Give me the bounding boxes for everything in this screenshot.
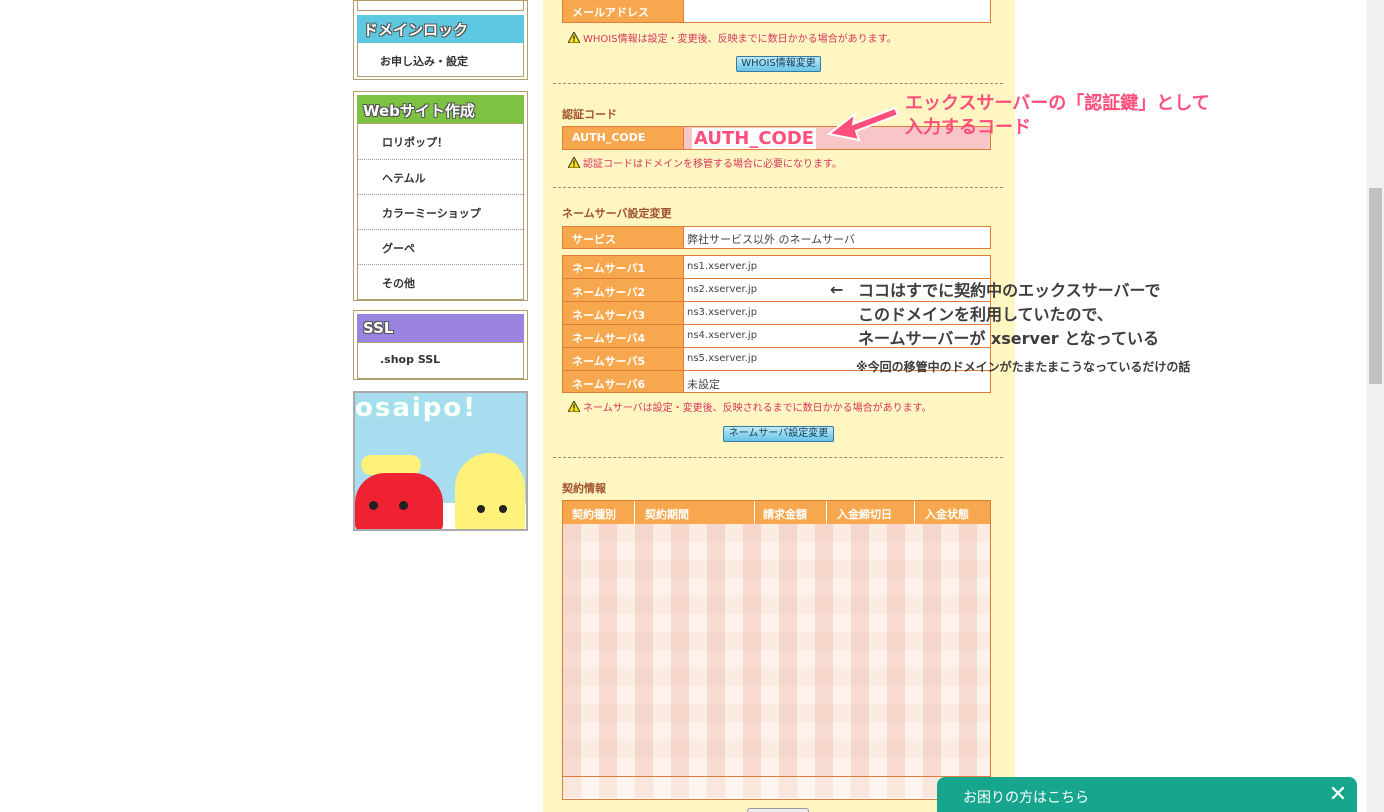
sidebar-item-application[interactable]: お申し込み・設定: [357, 43, 524, 77]
contract-col-amount: 請求金額: [755, 501, 827, 524]
ns-row: ネームサーバ1 ns1.xserver.jp: [563, 256, 990, 278]
sidebar-item-lolipop[interactable]: ロリポップ！: [358, 124, 523, 159]
warning-icon: [568, 157, 580, 168]
sidebar-header-ssl: SSL: [357, 314, 524, 342]
whois-change-button[interactable]: WHOIS情報変更: [736, 56, 821, 72]
contract-table: 契約種別 契約期間 請求金額 入金締切日 入金状態: [562, 500, 991, 800]
close-icon[interactable]: ✕: [1326, 783, 1350, 807]
auth-code-value: AUTH_CODE: [692, 128, 817, 149]
ns-service-table: サービス 弊社サービス以外 のネームサーバ: [562, 226, 991, 249]
whois-email-value: [684, 0, 990, 22]
auth-section-title: 認証コード: [562, 108, 617, 121]
contract-last-row: [563, 776, 990, 798]
whois-warning-text: WHOIS情報は設定・変更後、反映までに数日かかる場合があります。: [583, 34, 897, 45]
sidebar-header-domain-lock: ドメインロック: [357, 15, 524, 43]
auth-warning: 認証コードはドメインを移管する場合に必要になります。: [568, 155, 842, 170]
ns-label: ネームサーバ2: [563, 279, 684, 301]
ns-service-label: サービス: [563, 227, 684, 248]
contract-col-period: 契約期間: [635, 501, 755, 524]
help-banner[interactable]: お困りの方はこちら: [937, 777, 1357, 812]
sidebar-title-domain-lock: ドメインロック: [363, 21, 469, 39]
sidebar-item-partial: [357, 1, 524, 11]
sidebar-list-ssl: .shop SSL: [357, 342, 524, 379]
sidebar-list-website: ロリポップ！ ヘテムル カラーミーショップ グーペ その他: [357, 123, 524, 300]
auth-annotation-line1: エックスサーバーの「認証鍵」として: [905, 93, 1210, 114]
sidebar-item-goope[interactable]: グーペ: [358, 229, 523, 264]
sidebar-item-heteml[interactable]: ヘテムル: [358, 159, 523, 194]
ns-value[interactable]: ns1.xserver.jp: [684, 256, 990, 278]
warning-icon: [568, 32, 580, 43]
sidebar-item-other[interactable]: その他: [358, 264, 523, 299]
ns-warning-text: ネームサーバは設定・変更後、反映されるまでに数日かかる場合があります。: [583, 403, 932, 414]
ns-label: ネームサーバ4: [563, 325, 684, 347]
contract-section-title: 契約情報: [562, 482, 606, 495]
banner-eye-right-2: [499, 505, 507, 513]
banner-eye-right: [399, 501, 408, 510]
scrollbar-thumb[interactable]: [1369, 188, 1382, 384]
ns-annotation-note: ※今回の移管中のドメインがたまたまこうなっているだけの話: [856, 360, 1191, 374]
separator-3: [553, 457, 1003, 458]
contract-rows-pixelated: [563, 524, 990, 776]
sidebar-header-website: Webサイト作成: [357, 95, 524, 123]
ns-warning: ネームサーバは設定・変更後、反映されるまでに数日かかる場合があります。: [568, 399, 932, 414]
sidebar-box-domain-lock: ドメインロック お申し込み・設定: [353, 0, 528, 80]
help-banner-label: お困りの方はこちら: [963, 790, 1089, 806]
ns-annotation-line2: このドメインを利用していたので、: [858, 305, 1113, 324]
ns-label: ネームサーバ5: [563, 348, 684, 370]
whois-email-row: メールアドレス: [563, 0, 990, 22]
auth-warning-text: 認証コードはドメインを移管する場合に必要になります。: [583, 159, 842, 170]
partial-button[interactable]: [747, 808, 809, 812]
banner-cloud: [361, 455, 421, 475]
separator-2: [553, 187, 1003, 188]
pink-arrow-icon: [826, 106, 900, 142]
ns-service-row: サービス 弊社サービス以外 のネームサーバ: [563, 227, 990, 248]
sidebar-box-website: Webサイト作成 ロリポップ！ ヘテムル カラーミーショップ グーペ その他: [353, 91, 528, 301]
whois-table: メールアドレス: [562, 0, 991, 23]
ns-annotation-arrow: ←: [830, 280, 844, 299]
scrollbar-track[interactable]: [1367, 0, 1384, 812]
ns-change-button[interactable]: ネームサーバ設定変更: [723, 426, 834, 442]
auth-annotation-line2: 入力するコード: [905, 117, 1031, 138]
osaipo-banner[interactable]: osaipo!: [353, 391, 528, 531]
contract-col-deadline: 入金締切日: [827, 501, 915, 524]
separator-1: [553, 83, 1003, 84]
osaipo-logo-text: osaipo!: [355, 393, 478, 423]
ns-label: ネームサーバ6: [563, 371, 684, 392]
contract-header-row: 契約種別 契約期間 請求金額 入金締切日 入金状態: [563, 501, 990, 524]
sidebar-box-ssl: SSL .shop SSL: [353, 310, 528, 380]
ns-section-title: ネームサーバ設定変更: [562, 207, 672, 220]
ns-annotation: ココはすでに契約中のエックスサーバーで このドメインを利用していたので、 ネーム…: [858, 279, 1161, 351]
ns-annotation-line3: ネームサーバーが xserver となっている: [858, 329, 1159, 348]
sidebar-title-website: Webサイト作成: [363, 102, 475, 120]
sidebar-title-ssl: SSL: [363, 319, 394, 337]
ns-label: ネームサーバ1: [563, 256, 684, 278]
contract-col-status: 入金状態: [925, 508, 969, 521]
sidebar-item-colorme[interactable]: カラーミーショップ: [358, 194, 523, 229]
auth-label: AUTH_CODE: [563, 127, 684, 149]
ns-service-value: 弊社サービス以外 のネームサーバ: [687, 233, 856, 246]
banner-eye-left: [369, 501, 378, 510]
contract-col-type: 契約種別: [563, 501, 635, 524]
whois-warning: WHOIS情報は設定・変更後、反映までに数日かかる場合があります。: [568, 30, 897, 45]
banner-yellow-character: [455, 453, 525, 529]
whois-email-label: メールアドレス: [563, 0, 684, 22]
sidebar-item-shop-ssl[interactable]: .shop SSL: [358, 343, 523, 378]
auth-annotation: エックスサーバーの「認証鍵」として 入力するコード: [905, 92, 1210, 140]
ns-annotation-line1: ココはすでに契約中のエックスサーバーで: [858, 281, 1161, 300]
banner-eye-left-2: [477, 505, 485, 513]
warning-icon: [568, 401, 580, 412]
ns-label: ネームサーバ3: [563, 302, 684, 324]
